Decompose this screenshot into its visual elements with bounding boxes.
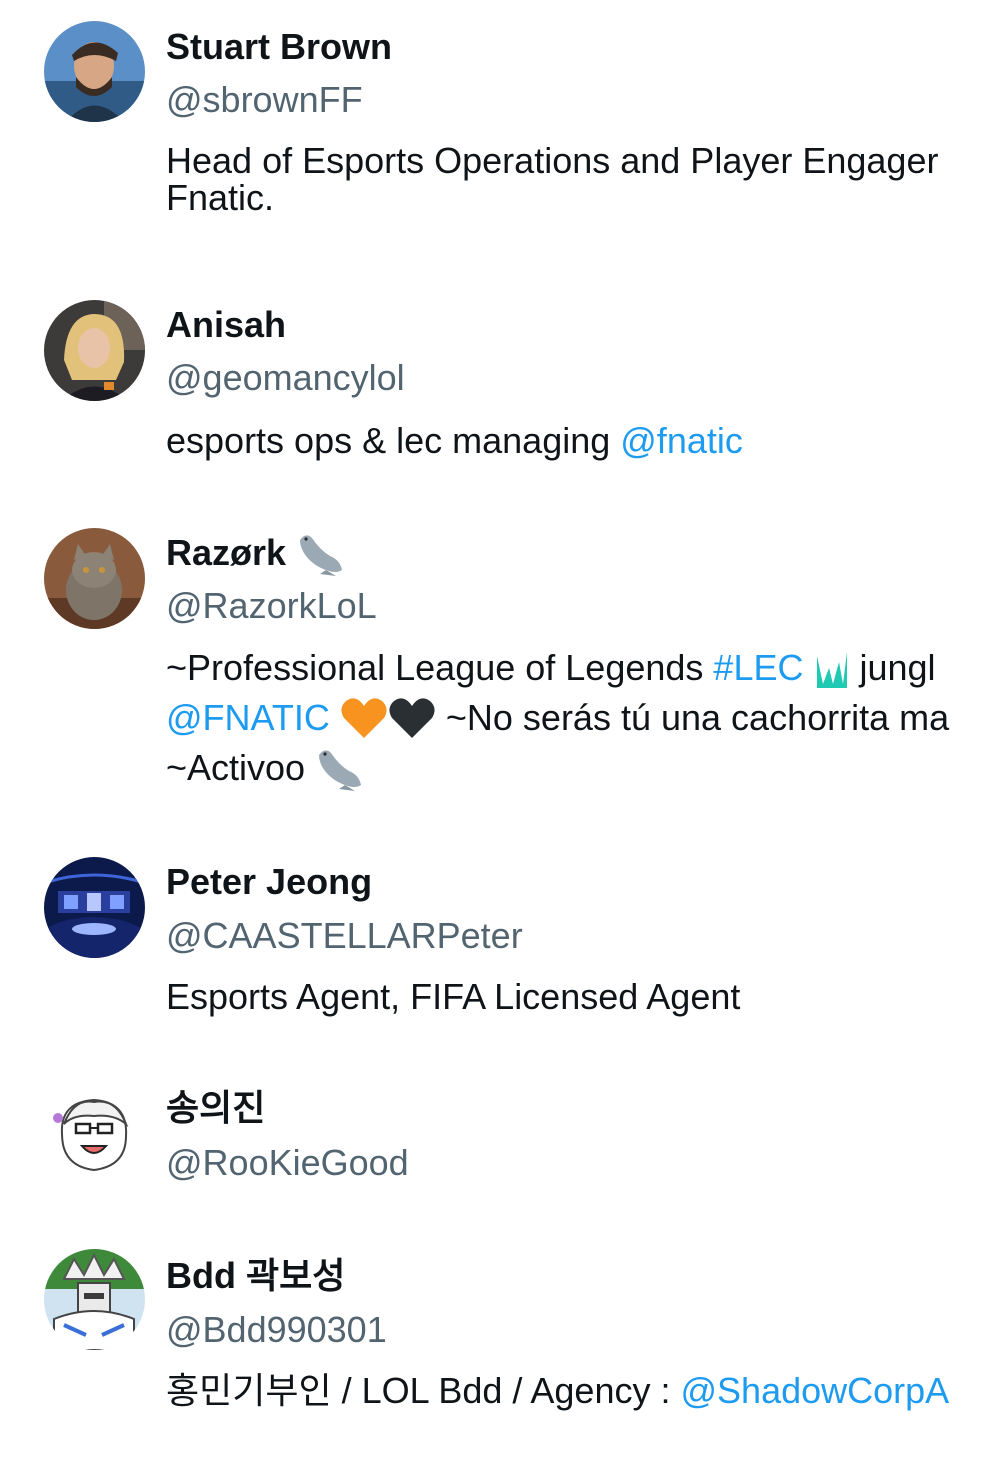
bio-line: ~Activoo (166, 743, 949, 793)
user-bio: esports ops & lec managing @fnatic (166, 416, 743, 466)
bio-line: 홍민기부인 / LOL Bdd / Agency : @ShadowCorpA (166, 1366, 949, 1416)
display-name[interactable]: Anisah (166, 303, 286, 347)
orange-heart-icon (340, 696, 388, 740)
bio-text: 홍민기부인 / LOL Bdd / Agency : (166, 1370, 681, 1411)
user-bio: Head of Esports Operations and Player En… (166, 136, 938, 223)
display-name-text[interactable]: Razørk (166, 531, 286, 575)
bio-line: Head of Esports Operations and Player En… (166, 140, 939, 181)
user-list: Stuart Brown @sbrownFF Head of Esports O… (0, 0, 994, 1447)
hashtag-link[interactable]: #LEC (713, 643, 803, 693)
bio-line: Esports Agent, FIFA Licensed Agent (166, 976, 741, 1017)
display-name[interactable]: 송의진 (166, 1086, 265, 1130)
avatar[interactable] (44, 21, 145, 122)
user-bio: ~Professional League of Legends #LEC jun… (166, 643, 949, 793)
user-row[interactable]: Anisah @geomancylol esports ops & lec ma… (0, 280, 994, 530)
user-row[interactable]: Stuart Brown @sbrownFF Head of Esports O… (0, 0, 994, 250)
bio-text: ~No serás tú una cachorrita ma (435, 697, 950, 738)
bio-text: jungl (849, 647, 936, 688)
display-name-text[interactable]: Bdd 곽보성 (166, 1254, 345, 1298)
bio-mention-link[interactable]: @ShadowCorpA (680, 1366, 949, 1416)
display-name-text[interactable]: Peter Jeong (166, 860, 372, 904)
user-row[interactable]: Razørk @RazorkLoL ~Professional League o… (0, 510, 994, 791)
display-name-text[interactable]: Stuart Brown (166, 25, 392, 69)
bio-line: @FNATIC ~No serás tú una cachorrita ma (166, 693, 949, 743)
user-handle[interactable]: @Bdd990301 (166, 1308, 387, 1352)
seal-emoji-icon (315, 745, 365, 791)
user-handle[interactable]: @CAASTELLARPeter (166, 914, 523, 958)
display-name[interactable]: Bdd 곽보성 (166, 1254, 345, 1298)
avatar[interactable] (44, 857, 145, 958)
user-handle[interactable]: @sbrownFF (166, 78, 363, 122)
avatar[interactable] (44, 1249, 145, 1350)
user-handle[interactable]: @RazorkLoL (166, 584, 377, 628)
bio-text: ~Professional League of Legends (166, 647, 714, 688)
bio-text: ~Activoo (166, 747, 316, 788)
display-name-text[interactable]: 송의진 (166, 1086, 265, 1130)
user-bio: Esports Agent, FIFA Licensed Agent (166, 972, 740, 1022)
lec-logo-icon (815, 648, 849, 688)
avatar[interactable] (44, 1084, 145, 1185)
black-heart-icon (388, 696, 436, 740)
display-name-text[interactable]: Anisah (166, 303, 286, 347)
user-handle[interactable]: @RooKieGood (166, 1141, 409, 1185)
bio-mention-link[interactable]: @fnatic (620, 416, 743, 466)
bio-line: ~Professional League of Legends #LEC jun… (166, 643, 949, 693)
display-name[interactable]: Stuart Brown (166, 25, 392, 69)
user-handle[interactable]: @geomancylol (166, 356, 405, 400)
user-row[interactable]: Bdd 곽보성 @Bdd990301 홍민기부인 / LOL Bdd / Age… (0, 1230, 994, 1480)
user-bio: 홍민기부인 / LOL Bdd / Agency : @ShadowCorpA (166, 1366, 949, 1416)
display-name[interactable]: Peter Jeong (166, 860, 372, 904)
seal-emoji-icon (296, 530, 346, 576)
bio-line: esports ops & lec managing @fnatic (166, 416, 743, 466)
bio-text: esports ops & lec managing (166, 420, 621, 461)
avatar[interactable] (44, 528, 145, 629)
display-name[interactable]: Razørk (166, 530, 346, 576)
bio-mention-link[interactable]: @FNATIC (166, 693, 330, 743)
user-row[interactable]: Peter Jeong @CAASTELLARPeter Esports Age… (0, 838, 994, 1088)
avatar[interactable] (44, 300, 145, 401)
